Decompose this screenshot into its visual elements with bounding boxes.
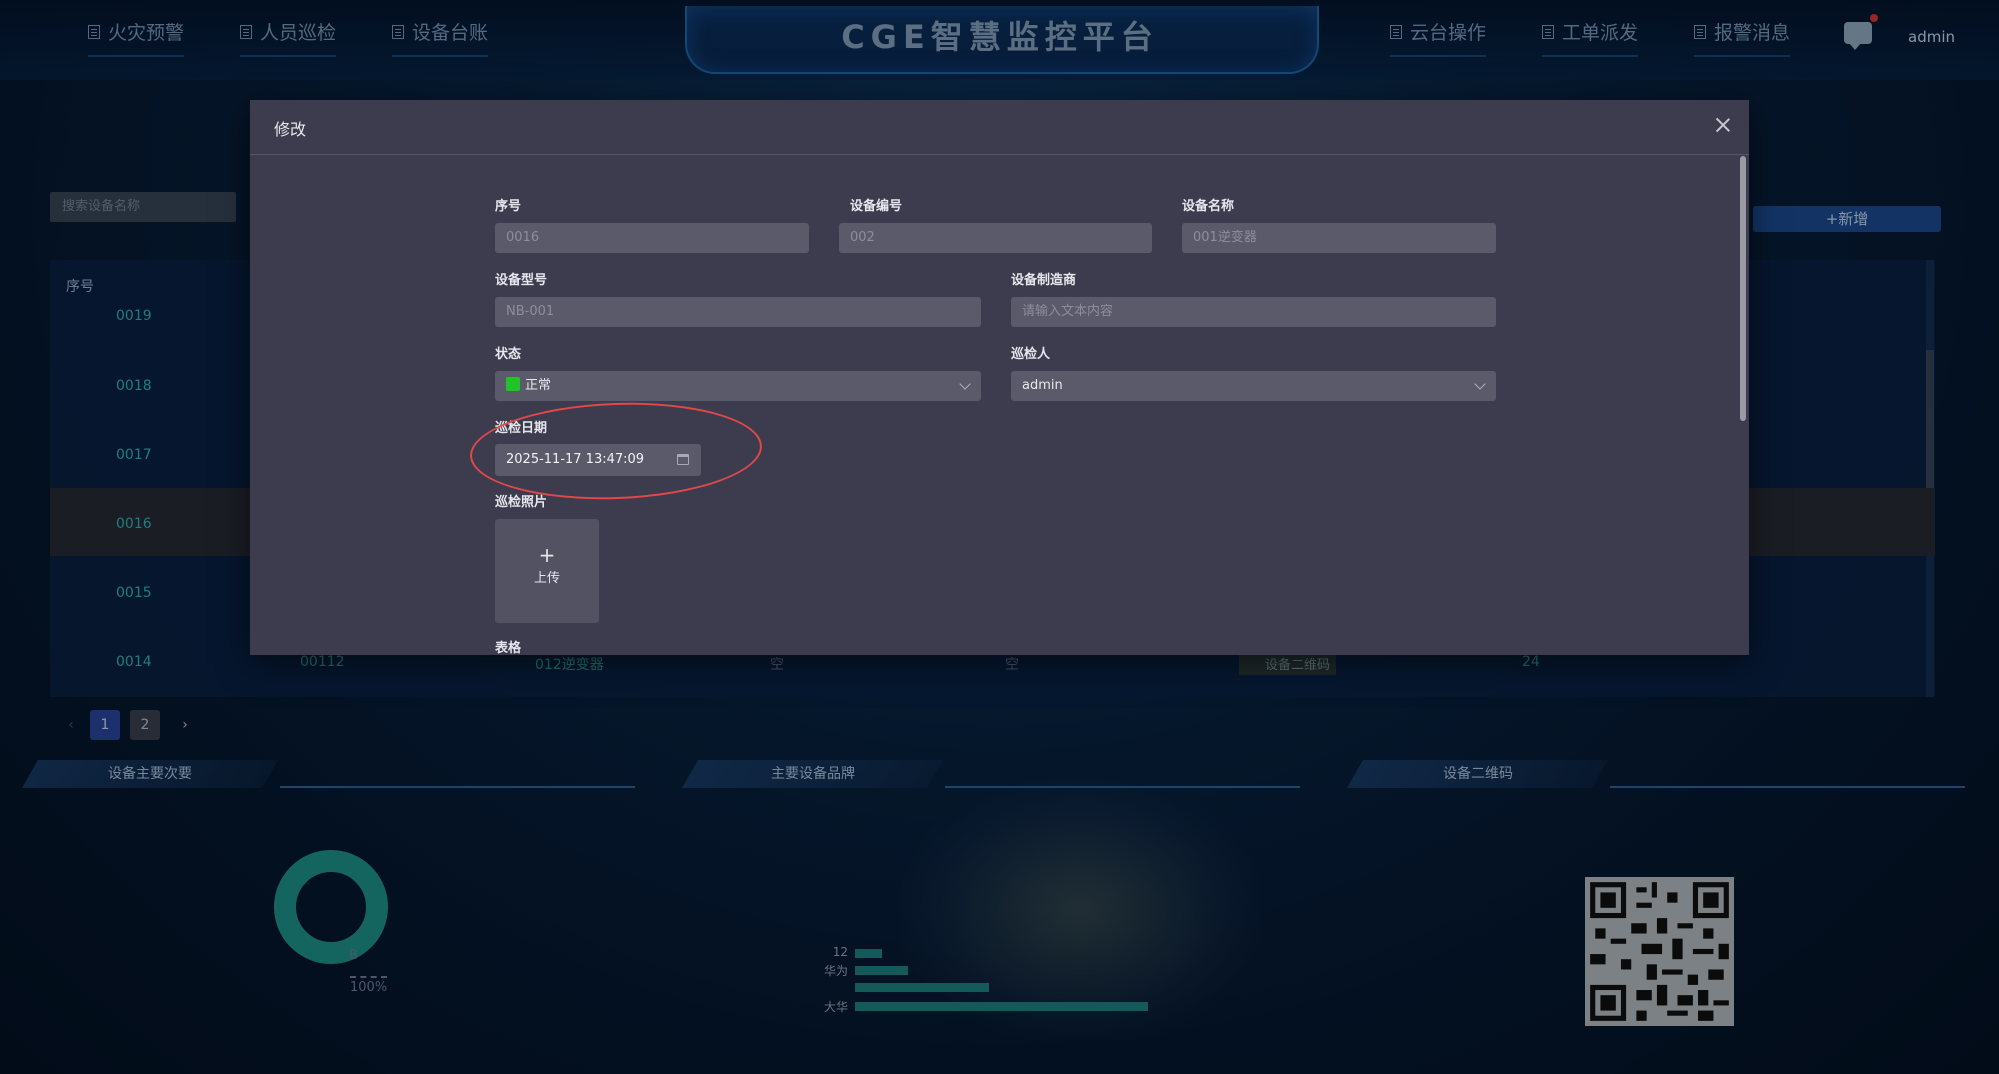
device-model-input[interactable]: NB-001 <box>495 297 981 327</box>
manufacturer-label: 设备制造商 <box>1011 273 1077 288</box>
upload-button[interactable]: + 上传 <box>495 519 599 623</box>
upload-label: 上传 <box>533 571 560 586</box>
device-name-input[interactable]: 001逆变器 <box>1182 223 1496 253</box>
inspector-select[interactable]: admin <box>1011 371 1496 401</box>
status-select[interactable]: 正常 <box>495 371 981 401</box>
device-name-label: 设备名称 <box>1182 199 1235 214</box>
edit-modal: 修改 序号 0016 设备编号 002 设备名称 001逆变器 设备型号 NB-… <box>250 100 1749 655</box>
status-indicator-icon <box>506 377 520 391</box>
device-code-input[interactable]: 002 <box>839 223 1152 253</box>
close-icon[interactable] <box>1712 114 1734 136</box>
device-code-label: 设备编号 <box>850 199 903 214</box>
plus-icon: + <box>538 543 556 567</box>
chevron-down-icon <box>959 378 971 390</box>
device-model-label: 设备型号 <box>495 273 548 288</box>
status-label: 状态 <box>495 347 522 362</box>
seq-input[interactable]: 0016 <box>495 223 809 253</box>
modal-scrollbar[interactable] <box>1740 156 1746 421</box>
inspector-label: 巡检人 <box>1011 347 1051 362</box>
seq-label: 序号 <box>495 199 522 214</box>
chevron-down-icon <box>1474 378 1486 390</box>
modal-header <box>250 100 1749 155</box>
manufacturer-input[interactable]: 请输入文本内容 <box>1011 297 1496 327</box>
table-label: 表格 <box>495 641 522 655</box>
modal-title: 修改 <box>274 120 307 139</box>
